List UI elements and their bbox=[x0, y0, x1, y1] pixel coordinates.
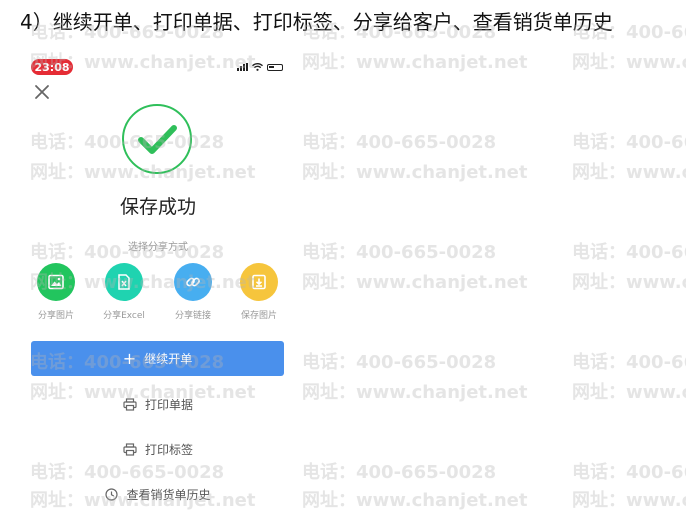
instruction-caption: 4）继续开单、打印单据、打印标签、分享给客户、查看销货单历史 bbox=[20, 10, 613, 34]
close-button[interactable] bbox=[32, 82, 52, 102]
watermark-phone: 电话：400-665-0028 bbox=[302, 462, 497, 483]
watermark-site: 网址：www.chanjet.net bbox=[302, 162, 528, 183]
watermark-site: 网址：www.chanjet.net bbox=[572, 382, 686, 403]
print-document-label: 打印单据 bbox=[144, 398, 193, 412]
watermark-phone: 电话：400-665-0028 bbox=[572, 352, 686, 373]
watermark-phone: 电话：400-665-0028 bbox=[302, 242, 497, 263]
watermark-site: 网址：www.chanjet.net bbox=[302, 52, 528, 73]
image-icon bbox=[37, 263, 75, 301]
watermark-phone: 电话：400-665-0028 bbox=[572, 242, 686, 263]
watermark-site: 网址：www.chanjet.net bbox=[302, 382, 528, 403]
watermark-site: 网址：www.chanjet.net bbox=[302, 272, 528, 293]
watermark-site: 网址：www.chanjet.net bbox=[572, 490, 686, 511]
view-sales-history-button[interactable]: 查看销货单历史 bbox=[0, 486, 316, 503]
print-label-button[interactable]: 打印标签 bbox=[0, 441, 316, 458]
watermark-phone: 电话：400-665-0028 bbox=[302, 352, 497, 373]
wifi-icon bbox=[252, 63, 263, 71]
clock-icon bbox=[105, 488, 119, 501]
close-icon bbox=[35, 85, 49, 99]
share-option-label: 分享链接 bbox=[174, 311, 211, 321]
printer-icon bbox=[123, 443, 137, 456]
share-option-label: 保存图片 bbox=[240, 311, 277, 321]
print-label-label: 打印标签 bbox=[144, 443, 193, 457]
watermark-phone: 电话：400-665-0028 bbox=[30, 462, 225, 483]
plus-icon: + bbox=[122, 348, 137, 368]
signal-icon bbox=[237, 63, 248, 71]
watermark-site: 网址：www.chanjet.net bbox=[302, 490, 528, 511]
check-icon bbox=[138, 125, 177, 154]
continue-order-label: 继续开单 bbox=[144, 352, 193, 366]
share-image-option[interactable]: 分享图片 bbox=[26, 263, 86, 321]
status-icons bbox=[237, 63, 283, 71]
save-image-option[interactable]: 保存图片 bbox=[229, 263, 289, 321]
continue-order-button[interactable]: + 继续开单 bbox=[31, 341, 284, 376]
watermark-site: 网址：www.chanjet.net bbox=[572, 52, 686, 73]
share-option-label: 分享图片 bbox=[37, 311, 74, 321]
link-icon bbox=[174, 263, 212, 301]
share-link-option[interactable]: 分享链接 bbox=[163, 263, 223, 321]
watermark-phone: 电话：400-665-0028 bbox=[572, 462, 686, 483]
share-option-label: 分享Excel bbox=[103, 311, 145, 321]
watermark-site: 网址：www.chanjet.net bbox=[572, 272, 686, 293]
printer-icon bbox=[123, 398, 137, 411]
battery-icon bbox=[267, 63, 283, 71]
print-document-button[interactable]: 打印单据 bbox=[0, 396, 316, 413]
share-excel-option[interactable]: 分享Excel bbox=[94, 263, 154, 321]
excel-file-icon bbox=[105, 263, 143, 301]
download-image-icon bbox=[240, 263, 278, 301]
success-title: 保存成功 bbox=[119, 196, 196, 218]
view-sales-history-label: 查看销货单历史 bbox=[126, 488, 211, 502]
watermark-phone: 电话：400-665-0028 bbox=[302, 132, 497, 153]
share-method-label: 选择分享方式 bbox=[128, 242, 188, 253]
status-time-badge: 23:08 bbox=[31, 59, 73, 75]
watermark-site: 网址：www.chanjet.net bbox=[572, 162, 686, 183]
watermark-phone: 电话：400-665-0028 bbox=[572, 132, 686, 153]
success-checkmark bbox=[122, 104, 192, 174]
